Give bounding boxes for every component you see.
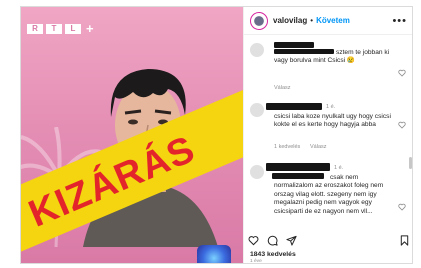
post-side-panel: valovilag • Követem ••• sztem te jobban … (243, 7, 412, 264)
commenter-avatar[interactable] (250, 43, 264, 57)
post-image[interactable]: R T L + KIZÁRÁS (21, 7, 243, 263)
heart-icon[interactable] (398, 121, 406, 129)
redacted-username (266, 103, 322, 110)
rtl-letter-t: T (46, 23, 62, 34)
comment-icon[interactable] (267, 235, 278, 246)
redacted-username (274, 42, 314, 48)
post-header: valovilag • Követem ••• (244, 7, 412, 35)
account-avatar[interactable] (250, 11, 268, 30)
comment-time: 1 é. (334, 165, 344, 171)
heart-icon[interactable] (248, 235, 259, 246)
rtl-letter-r: R (27, 23, 43, 34)
heart-icon[interactable] (398, 69, 406, 77)
instagram-embed: R T L + KIZÁRÁS valovilag • Követem ••• … (20, 6, 413, 264)
commenter-avatar[interactable] (250, 165, 264, 179)
post-timestamp: 1 éve (250, 259, 262, 264)
account-username[interactable]: valovilag (273, 16, 307, 25)
redacted-username (266, 163, 330, 171)
commenter-avatar[interactable] (250, 103, 264, 117)
likes-count[interactable]: 1843 kedvelés (250, 251, 296, 258)
rtl-plus-sign: + (86, 21, 94, 36)
comment-text: csak nem normalizalom az eroszakot foleg… (274, 174, 384, 215)
comment-text: sztem te jobban ki vagy borulva mint Csi… (274, 49, 390, 65)
comment-likes[interactable]: 1 kedvelés (274, 144, 300, 150)
heart-icon[interactable] (398, 203, 406, 211)
share-icon[interactable] (286, 235, 297, 246)
post-actions-bar (248, 233, 410, 247)
show-logo-badge (197, 245, 231, 263)
comment-reply-link[interactable]: Válasz (310, 144, 327, 150)
rtl-plus-logo: R T L + (27, 21, 94, 36)
comment-time: 1 é. (326, 104, 336, 110)
header-separator: • (310, 16, 314, 25)
comment-reply-link[interactable]: Válasz (274, 85, 291, 91)
comments-scrollbar[interactable] (409, 157, 412, 169)
comment-text: csicsi laba koze nyulkalt ugy hogy csics… (274, 113, 391, 129)
follow-button[interactable]: Követem (316, 16, 350, 25)
bookmark-icon[interactable] (399, 234, 410, 246)
more-options-icon[interactable]: ••• (392, 15, 407, 27)
rtl-letter-l: L (65, 23, 81, 34)
comments-list: sztem te jobban ki vagy borulva mint Csi… (244, 37, 412, 229)
